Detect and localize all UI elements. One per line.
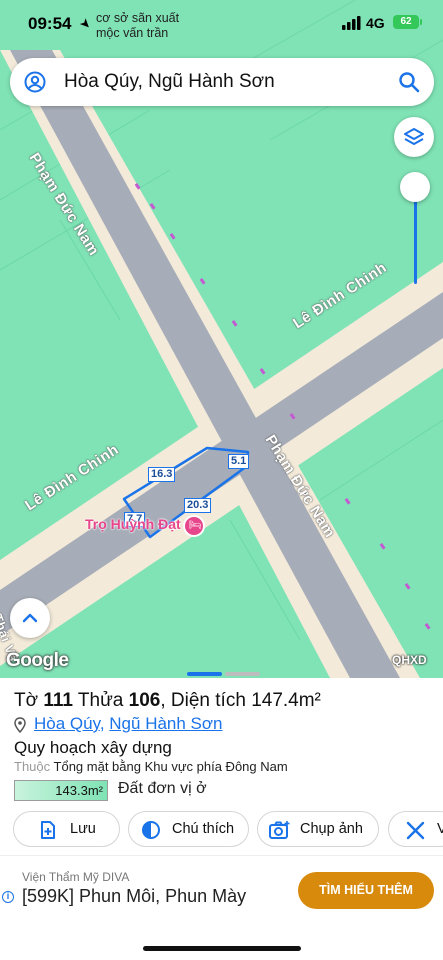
map-place-label: cơ sở sãn xuất mộc vấn trần: [96, 11, 180, 40]
legend-button[interactable]: Chú thích: [128, 811, 249, 847]
sheet-handle-active[interactable]: [187, 672, 222, 676]
tools-icon: [406, 821, 425, 840]
plan-title: Quy hoạch xây dựng: [14, 738, 172, 757]
layers-button[interactable]: [394, 117, 434, 157]
address: Hòa Qúy, Ngũ Hành Sơn: [34, 714, 223, 733]
parcel-info-sheet: Tờ 111 Thửa 106, Diện tích 147.4m² Hòa Q…: [0, 672, 443, 960]
ad-cta-button[interactable]: TÌM HIỂU THÊM: [298, 872, 434, 909]
save-label: Lưu: [70, 821, 96, 837]
hotel-pin-icon[interactable]: 🛏: [183, 515, 205, 537]
ward-link[interactable]: Hòa Qúy: [34, 714, 100, 733]
parcel-title: Tờ 111 Thửa 106, Diện tích 147.4m²: [14, 690, 321, 711]
save-button[interactable]: Lưu: [13, 811, 120, 847]
parcel-dimension: 16.3: [148, 467, 176, 482]
location-arrow-icon: ➤: [76, 14, 95, 33]
sheet-handle[interactable]: [225, 672, 260, 676]
district-link[interactable]: Ngũ Hành Sơn: [109, 714, 222, 733]
parcel-dimension: 20.3: [184, 498, 212, 513]
opacity-slider-track[interactable]: [414, 188, 417, 284]
home-indicator[interactable]: [143, 946, 301, 951]
plot-label: Thửa: [77, 690, 124, 711]
account-icon[interactable]: [24, 71, 46, 93]
sheet-number: 111: [43, 690, 73, 711]
map-view[interactable]: Phạm Đức Nam Lê Đình Chinh Lê Đình Chinh…: [0, 0, 443, 678]
ad-headline[interactable]: [599K] Phun Môi, Phun Mày: [22, 886, 246, 907]
opacity-slider-handle[interactable]: [400, 172, 430, 202]
camera-icon: [269, 821, 290, 839]
chevron-up-icon: [22, 613, 38, 623]
search-bar[interactable]: Hòa Qúy, Ngũ Hành Sơn: [10, 58, 434, 106]
ad-banner[interactable]: Viện Thẩm Mỹ DIVA i [599K] Phun Môi, Phu…: [0, 855, 443, 930]
tools-button[interactable]: V: [388, 811, 443, 847]
search-icon[interactable]: [398, 71, 420, 93]
poi-label[interactable]: Trọ Huỳnh Đạt: [85, 516, 181, 532]
tools-label: V: [437, 821, 443, 837]
location-pin-icon: [14, 717, 26, 733]
take-photo-label: Chụp ảnh: [300, 821, 363, 837]
save-plus-icon: [41, 821, 55, 839]
plan-belongs-value: Tổng mặt bằng Khu vực phía Đông Nam: [53, 759, 288, 774]
signal-bars-icon: [342, 16, 361, 30]
zone-area-chip: 143.3m²: [14, 780, 108, 801]
parcel-dimension: 5.1: [228, 454, 250, 469]
status-time: 09:54: [28, 14, 72, 33]
search-input[interactable]: Hòa Qúy, Ngũ Hành Sơn: [64, 71, 275, 93]
action-bar: Lưu Chú thích Chụp ảnh V: [0, 811, 443, 847]
layers-icon: [404, 128, 424, 145]
status-bar: 09:54 ➤ cơ sở sãn xuất mộc vấn trần 4G 6…: [0, 0, 443, 50]
legend-label: Chú thích: [172, 821, 235, 837]
google-logo: Google: [6, 650, 69, 671]
plot-number: 106: [128, 690, 161, 711]
take-photo-button[interactable]: Chụp ảnh: [257, 811, 379, 847]
area-value: 147.4m²: [251, 690, 321, 711]
plan-belongs-label: Thuộc: [14, 759, 51, 774]
plan-subtitle: Thuộc Tổng mặt bằng Khu vực phía Đông Na…: [14, 759, 288, 774]
area-label: Diện tích: [170, 690, 246, 711]
sheet-label: Tờ: [14, 690, 39, 711]
network-type: 4G: [366, 15, 385, 31]
layer-code: QHXD: [392, 653, 427, 667]
expand-up-button[interactable]: [10, 598, 50, 638]
zone-type: Đất đơn vị ở: [118, 780, 207, 797]
legend-half-circle-icon: [142, 821, 160, 839]
ad-sponsor: Viện Thẩm Mỹ DIVA: [22, 870, 130, 884]
battery-icon: 62: [393, 15, 422, 29]
ad-info-icon[interactable]: i: [2, 891, 14, 903]
